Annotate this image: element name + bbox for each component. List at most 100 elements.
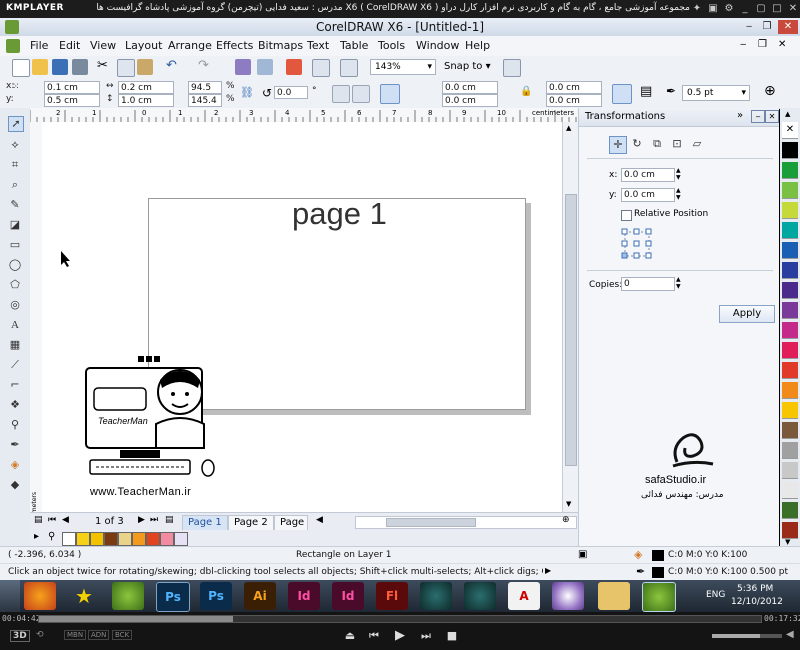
taskbar-3dsmax-2[interactable]	[464, 582, 496, 610]
shape-tool-icon[interactable]: ⟡	[8, 138, 22, 152]
anchor-grid-icon[interactable]	[621, 228, 653, 260]
color-swatch[interactable]	[174, 532, 188, 546]
corner-radius-bottom-left[interactable]: 0.0 cm	[442, 94, 498, 107]
maximize-icon[interactable]: □	[770, 2, 784, 15]
vertical-scroll-thumb[interactable]	[565, 194, 577, 466]
menu-view[interactable]: View	[90, 39, 116, 52]
first-page-icon[interactable]: ⏮	[48, 515, 56, 525]
height-field[interactable]: 1.0 cm	[118, 94, 174, 107]
save-icon[interactable]	[52, 59, 68, 75]
relative-corner-scaling-icon[interactable]	[612, 84, 632, 104]
palette-swatch[interactable]	[782, 262, 798, 279]
clock-date[interactable]: 12/10/2012	[731, 597, 783, 607]
next-track-icon[interactable]: ⏭	[418, 629, 434, 643]
palette-swatch[interactable]	[782, 182, 798, 199]
palette-menu-icon[interactable]: ▸	[34, 531, 39, 542]
hint-arrow-icon[interactable]: ▶	[545, 566, 551, 575]
size-tab-icon[interactable]: ⊡	[669, 136, 685, 152]
next-page-icon[interactable]: ▶	[138, 515, 145, 525]
relative-position-checkbox[interactable]	[621, 210, 632, 221]
taskbar-photoshop-2[interactable]: Ps	[200, 582, 232, 610]
copy-icon[interactable]	[117, 59, 135, 77]
palette-swatch[interactable]	[782, 222, 798, 239]
palette-swatch[interactable]	[782, 142, 798, 159]
publish-pdf-icon[interactable]	[286, 59, 302, 75]
round-corner-icon[interactable]	[380, 84, 400, 104]
menu-arrange[interactable]: Arrange	[168, 39, 212, 52]
palette-swatch[interactable]	[782, 342, 798, 359]
horizontal-scrollbar[interactable]	[355, 516, 577, 529]
horizontal-scroll-thumb[interactable]	[386, 518, 476, 527]
outline-color-swatch[interactable]	[652, 567, 664, 578]
freehand-tool-icon[interactable]: ✎	[8, 198, 22, 212]
position-tab-icon[interactable]: ✛	[609, 136, 627, 154]
application-launcher-icon[interactable]	[312, 59, 330, 77]
menu-edit[interactable]: Edit	[59, 39, 80, 52]
taskbar-coreldraw[interactable]	[112, 582, 144, 610]
menu-help[interactable]: Help	[465, 39, 490, 52]
menu-table[interactable]: Table	[340, 39, 368, 52]
open-icon[interactable]	[32, 59, 48, 75]
scalloped-corner-icon[interactable]	[402, 85, 418, 101]
mode-button-3[interactable]: BCK	[112, 630, 133, 640]
mode-button-2[interactable]: ADN	[88, 630, 110, 640]
window-close-button[interactable]: ✕	[778, 20, 798, 34]
redo-icon[interactable]: ↷	[198, 58, 209, 73]
undo-icon[interactable]: ↶	[166, 58, 177, 73]
mirror-horizontal-icon[interactable]	[332, 85, 350, 103]
y-position-field[interactable]: 0.5 cm	[44, 94, 100, 107]
corner-radius-top-right[interactable]: 0.0 cm	[546, 81, 602, 94]
palette-swatch[interactable]	[782, 502, 798, 519]
rotate-tab-icon[interactable]: ↻	[629, 136, 645, 152]
export-icon[interactable]	[257, 59, 273, 75]
chamfered-corner-icon[interactable]	[422, 85, 438, 101]
scroll-up-icon[interactable]: ▲	[566, 124, 571, 132]
x-spinner-icon[interactable]: ▲ ▼	[676, 167, 681, 181]
previous-track-icon[interactable]: ⏮	[366, 629, 382, 643]
outline-width-dropdown[interactable]: 0.5 pt ▾	[682, 85, 750, 101]
ellipse-tool-icon[interactable]: ◯	[8, 258, 22, 272]
palette-swatch[interactable]	[782, 382, 798, 399]
welcome-screen-icon[interactable]	[340, 59, 358, 77]
horizontal-ruler[interactable]: 2 1 0 1 2 3 4 5 6 7 8 9 10 centimeters	[30, 108, 578, 123]
window-restore-button[interactable]: ❐	[758, 20, 776, 34]
cut-icon[interactable]: ✂	[97, 58, 108, 73]
menu-text[interactable]: Text	[307, 39, 329, 52]
taskbar-firefox[interactable]	[24, 582, 56, 610]
smart-fill-tool-icon[interactable]: ◪	[8, 218, 22, 232]
skew-tab-icon[interactable]: ▱	[689, 136, 705, 152]
docker-close-icon[interactable]: ✕	[765, 110, 779, 123]
eyedropper-icon[interactable]: ⚲	[48, 531, 55, 542]
taskbar-indesign[interactable]: Id	[288, 582, 320, 610]
eyedropper-tool-icon[interactable]: ⚲	[8, 418, 22, 432]
palette-swatch[interactable]: ✕	[782, 122, 798, 139]
clock-time[interactable]: 5:36 PM	[737, 584, 773, 594]
vertical-scrollbar[interactable]: ▲ ▼	[562, 122, 579, 512]
taskbar-coreldraw-active[interactable]	[642, 582, 676, 612]
palette-swatch[interactable]	[782, 362, 798, 379]
apply-button[interactable]: Apply	[719, 305, 775, 323]
window-minimize-button[interactable]: ‒	[740, 20, 758, 34]
palette-swatch[interactable]	[782, 462, 798, 479]
zoom-tool-icon[interactable]: ⌕	[8, 178, 22, 192]
copies-spinner-icon[interactable]: ▲ ▼	[676, 276, 681, 290]
taskbar-3dsmax[interactable]	[420, 582, 452, 610]
scale-x-field[interactable]: 94.5	[188, 81, 222, 94]
convert-to-curves-icon[interactable]: ⊕	[764, 83, 776, 99]
settings-icon[interactable]: ⚙	[722, 2, 736, 15]
add-page-icon[interactable]: ▤	[34, 515, 43, 525]
copies-field[interactable]: 0	[621, 277, 675, 291]
document-icon[interactable]	[6, 39, 20, 53]
menu-tools[interactable]: Tools	[378, 39, 405, 52]
color-swatch[interactable]	[90, 532, 104, 546]
menu-bitmaps[interactable]: Bitmaps	[258, 39, 303, 52]
docker-collapse-icon[interactable]: »	[737, 110, 743, 121]
taskbar-acrobat[interactable]: A	[508, 582, 540, 610]
seek-bar[interactable]	[38, 615, 762, 623]
wrap-text-icon[interactable]: ▤	[640, 84, 652, 99]
play-icon[interactable]: ▶	[392, 629, 408, 643]
taskbar-folder[interactable]	[598, 582, 630, 610]
palette-swatch[interactable]	[782, 402, 798, 419]
3d-badge[interactable]: 3D	[10, 630, 30, 642]
page-tab-1[interactable]: Page 1	[182, 515, 228, 531]
